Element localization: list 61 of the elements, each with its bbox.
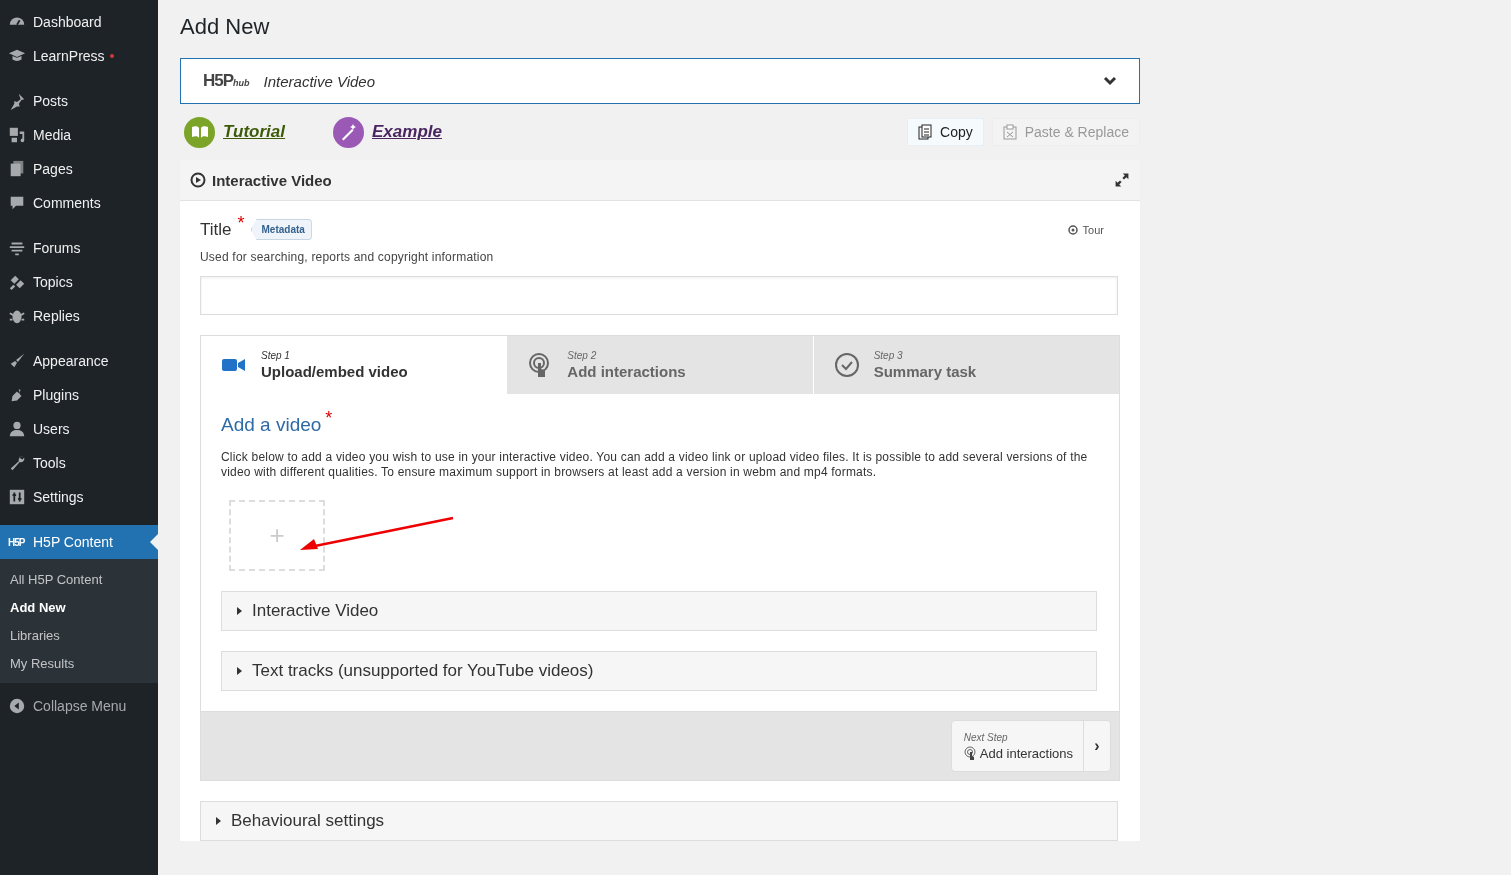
wizard-step-tab[interactable]: Step 3 Summary task (812, 336, 1119, 394)
wizard-step-tab[interactable]: Step 2 Add interactions (506, 336, 813, 394)
sidebar-item[interactable]: Users (0, 412, 158, 446)
sidebar-item[interactable]: Pages (0, 152, 158, 186)
required-asterisk: * (325, 408, 333, 429)
sidebar-item[interactable]: Comments (0, 186, 158, 220)
editor-title: Interactive Video (212, 171, 333, 189)
fullscreen-icon[interactable] (1114, 172, 1130, 188)
section-description: Click below to add a video you wish to use in your interactive video. You can add a video link or upload video files. It is possible to add several versions of the video with different qualities. To ensure maximum support in browsers at least add a version in webm and mp4 formats. (221, 450, 1089, 480)
play-circle-icon (190, 172, 206, 188)
target-icon (1067, 224, 1078, 235)
collapsible-group[interactable]: Interactive Video (221, 591, 1097, 631)
sidebar-item[interactable]: Forums (0, 231, 158, 265)
tour-link[interactable]: Tour (1067, 223, 1104, 236)
chevron-icon (1103, 76, 1117, 86)
topics-icon (8, 273, 26, 291)
section-heading: Add a video (221, 414, 322, 436)
tutorial-link[interactable]: Tutorial (184, 116, 286, 148)
media-icon (8, 126, 26, 144)
sidebar-item[interactable]: Replies (0, 299, 158, 333)
submenu-item[interactable]: Add New (0, 593, 158, 621)
collapsible-group[interactable]: Text tracks (unsupported for YouTube videos) (221, 651, 1097, 691)
sidebar-item[interactable]: Media (0, 118, 158, 152)
sidebar-item[interactable]: H5P H5P Content (0, 525, 158, 559)
submenu-item[interactable]: My Results (0, 649, 158, 677)
submenu-item[interactable]: All H5P Content (0, 565, 158, 593)
pushpin-icon (8, 92, 26, 110)
collapsible-group[interactable]: Behavioural settings (200, 801, 1118, 841)
h5p-hub-logo: H5Phub (203, 71, 250, 91)
sidebar-item[interactable]: Posts (0, 84, 158, 118)
touch-target-icon (963, 746, 976, 760)
sidebar-item[interactable]: LearnPress (0, 39, 158, 73)
user-icon (8, 420, 26, 438)
collapse-menu-button[interactable]: Collapse Menu (0, 689, 158, 723)
metadata-button[interactable]: Metadata (250, 219, 312, 240)
content-type-selector[interactable]: H5Phub Interactive Video (180, 58, 1140, 104)
sidebar-item[interactable]: Plugins (0, 378, 158, 412)
paintbrush-icon (8, 352, 26, 370)
caret-icon (236, 607, 242, 615)
copy-button[interactable]: Copy (907, 118, 984, 146)
caret-icon (215, 817, 221, 825)
sidebar-item[interactable]: Tools (0, 446, 158, 480)
sidebar-item[interactable]: Topics (0, 265, 158, 299)
sidebar-item[interactable]: Appearance (0, 344, 158, 378)
sidebar-item[interactable]: Settings (0, 480, 158, 514)
pages-icon (8, 160, 26, 178)
field-description: Used for searching, reports and copyright information (200, 250, 495, 264)
next-step-button[interactable]: Next Step Add interactions › (950, 720, 1111, 772)
example-link[interactable]: Example (333, 116, 442, 148)
title-input-field[interactable] (200, 276, 1118, 315)
sidebar-item[interactable]: Dashboard (0, 5, 158, 39)
sliders-icon (8, 488, 26, 506)
caret-icon (236, 667, 242, 675)
page-title: Add New (180, 14, 271, 41)
checkmark-circle-icon (833, 352, 860, 378)
submenu-item[interactable]: Libraries (0, 621, 158, 649)
copy-icon (918, 124, 932, 140)
field-label: Title (200, 219, 232, 240)
required-asterisk: * (237, 213, 245, 234)
clipboard-icon (1002, 124, 1017, 140)
left-arrow-circle-icon (8, 697, 26, 715)
